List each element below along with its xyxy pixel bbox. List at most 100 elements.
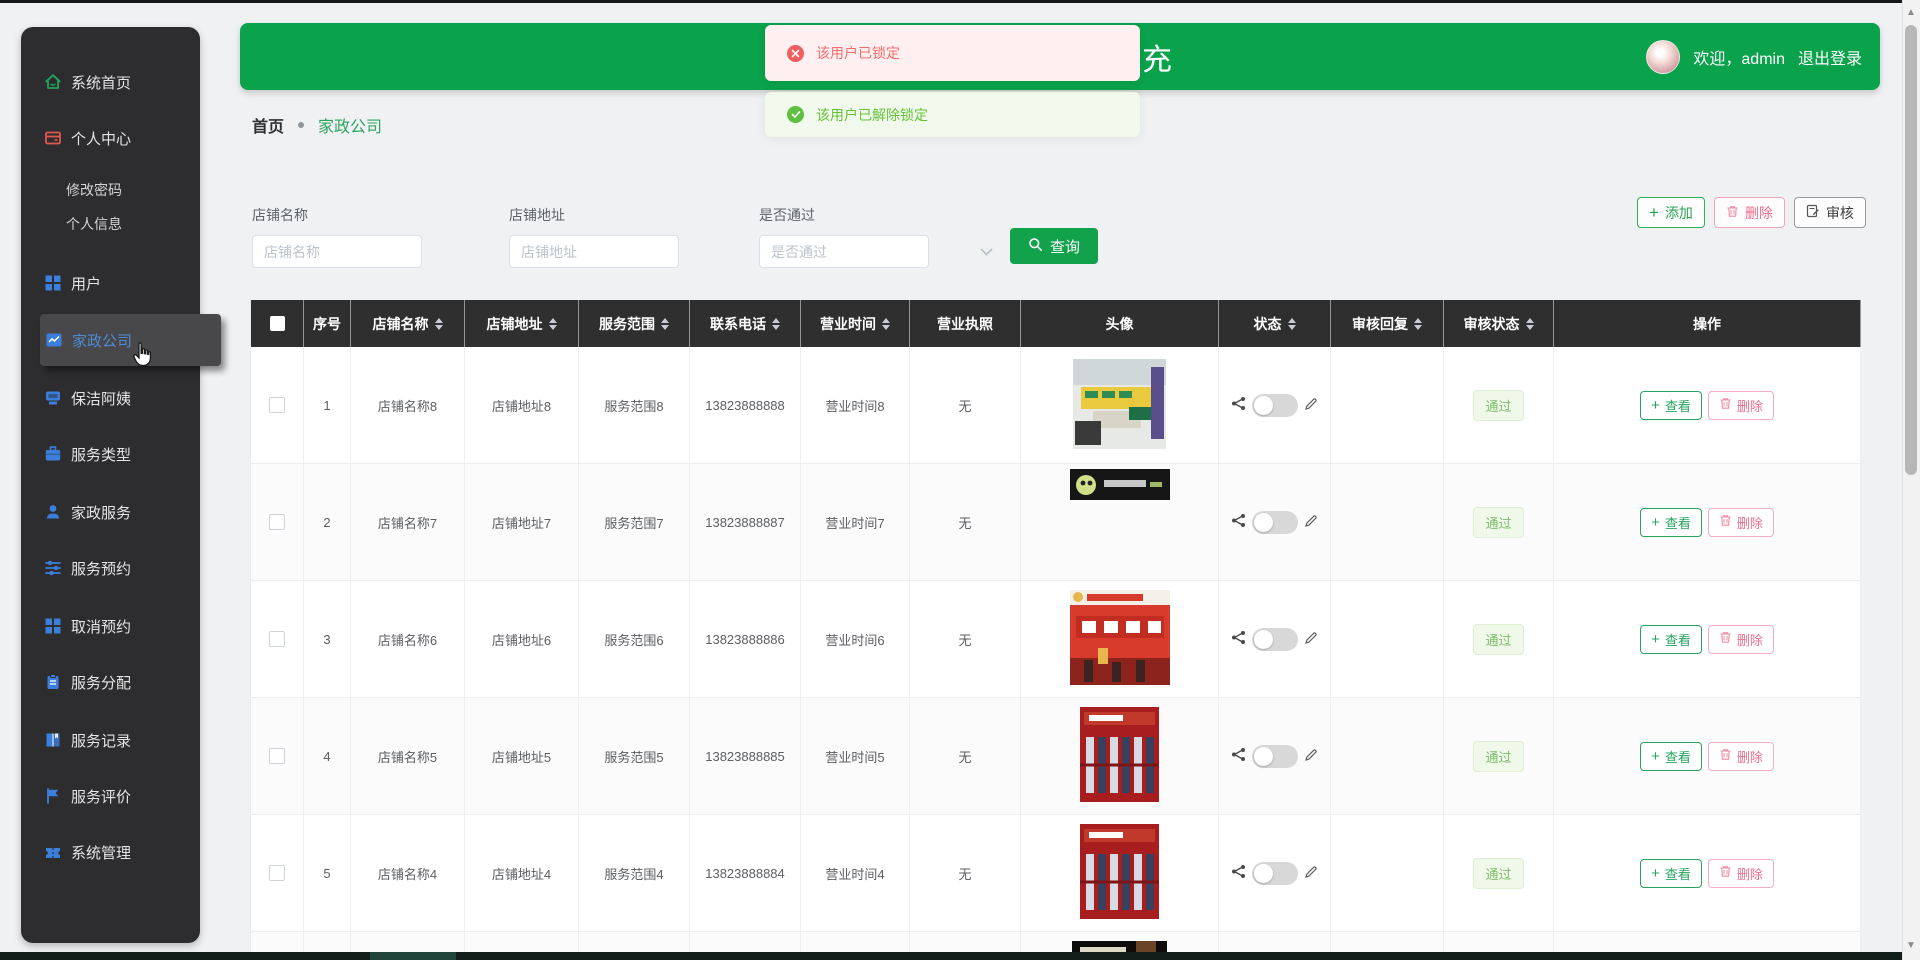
sidebar-item-service-booking[interactable]: 服务预约 bbox=[44, 554, 131, 582]
sidebar-item-home[interactable]: 系统首页 bbox=[44, 68, 131, 96]
sidebar-item-service-record[interactable]: 服务记录 bbox=[44, 726, 131, 754]
page-title-partial: 充 bbox=[1142, 43, 1172, 77]
row-checkbox[interactable] bbox=[269, 514, 285, 530]
sidebar-item-service-review[interactable]: 服务评价 bbox=[44, 782, 131, 810]
sort-asc-icon[interactable] bbox=[882, 317, 890, 323]
column-header-address[interactable]: 店铺地址 bbox=[465, 300, 579, 347]
sort-asc-icon[interactable] bbox=[1525, 317, 1534, 323]
row-view-button[interactable]: + 查看 bbox=[1640, 858, 1702, 888]
search-button[interactable]: 查询 bbox=[1010, 228, 1098, 264]
share-icon[interactable] bbox=[1231, 513, 1246, 531]
sort-asc-icon[interactable] bbox=[548, 317, 557, 323]
row-delete-button[interactable]: 删除 bbox=[1707, 858, 1774, 888]
sort-icons[interactable] bbox=[882, 317, 890, 330]
row-view-button[interactable]: + 查看 bbox=[1640, 741, 1702, 771]
share-icon[interactable] bbox=[1231, 396, 1246, 414]
status-toggle[interactable] bbox=[1252, 744, 1298, 768]
approved-select[interactable] bbox=[759, 235, 929, 268]
column-header-scope[interactable]: 服务范围 bbox=[579, 300, 690, 347]
column-header-hours[interactable]: 营业时间 bbox=[801, 300, 910, 347]
cell-name: 店铺名称4 bbox=[351, 815, 465, 931]
sort-asc-icon[interactable] bbox=[1414, 317, 1422, 323]
row-view-button[interactable]: + 查看 bbox=[1640, 390, 1702, 420]
row-checkbox[interactable] bbox=[269, 631, 285, 647]
breadcrumb-home[interactable]: 首页 bbox=[252, 113, 284, 137]
add-button[interactable]: + 添加 bbox=[1637, 197, 1705, 228]
sort-icons[interactable] bbox=[548, 317, 557, 330]
sort-desc-icon[interactable] bbox=[882, 324, 890, 330]
shop-address-input[interactable] bbox=[509, 235, 679, 268]
sidebar-item-personal-info[interactable]: 个人信息 bbox=[57, 210, 122, 238]
scroll-up-arrow[interactable]: ▲ bbox=[1905, 7, 1917, 19]
sidebar-item-system-management[interactable]: 系统管理 bbox=[44, 838, 131, 866]
share-icon[interactable] bbox=[1231, 747, 1246, 765]
pencil-icon[interactable] bbox=[1304, 397, 1318, 414]
sidebar-item-housekeeping-company[interactable]: 家政公司 bbox=[40, 314, 221, 366]
sort-desc-icon[interactable] bbox=[1414, 324, 1422, 330]
row-delete-button[interactable]: 删除 bbox=[1707, 741, 1774, 771]
status-toggle[interactable] bbox=[1252, 393, 1298, 417]
share-icon[interactable] bbox=[1231, 864, 1246, 882]
sort-icons[interactable] bbox=[661, 317, 669, 330]
sidebar-item-change-password[interactable]: 修改密码 bbox=[57, 176, 122, 204]
sort-asc-icon[interactable] bbox=[1287, 317, 1296, 323]
share-icon[interactable] bbox=[1231, 630, 1246, 648]
status-toggle[interactable] bbox=[1252, 510, 1298, 534]
sort-desc-icon[interactable] bbox=[1287, 324, 1296, 330]
user-menu: 欢迎，admin 退出登录 bbox=[1646, 39, 1862, 74]
status-toggle[interactable] bbox=[1252, 627, 1298, 651]
row-delete-button[interactable]: 删除 bbox=[1707, 507, 1774, 537]
sidebar-item-cancel-booking[interactable]: 取消预约 bbox=[44, 612, 131, 640]
select-all-checkbox[interactable] bbox=[269, 316, 285, 331]
sort-desc-icon[interactable] bbox=[548, 324, 557, 330]
sidebar-item-housekeeping-service[interactable]: 家政服务 bbox=[44, 498, 131, 526]
logout-button[interactable]: 退出登录 bbox=[1798, 45, 1862, 69]
sort-icons[interactable] bbox=[434, 317, 443, 330]
column-header-audit[interactable]: 审核状态 bbox=[1444, 300, 1554, 347]
sidebar-item-service-assignment[interactable]: 服务分配 bbox=[44, 668, 131, 696]
sort-icons[interactable] bbox=[1287, 317, 1296, 330]
sidebar-item-cleaning-staff[interactable]: 保洁阿姨 bbox=[44, 384, 131, 412]
column-header-name[interactable]: 店铺名称 bbox=[351, 300, 465, 347]
sidebar-item-service-type[interactable]: 服务类型 bbox=[44, 440, 131, 468]
sort-desc-icon[interactable] bbox=[772, 324, 780, 330]
row-checkbox[interactable] bbox=[269, 748, 285, 764]
sidebar-item-profile-center[interactable]: 个人中心 bbox=[44, 124, 131, 152]
sidebar-item-label: 系统首页 bbox=[71, 74, 132, 92]
audit-button[interactable]: 审核 bbox=[1793, 197, 1866, 228]
user-avatar[interactable] bbox=[1646, 39, 1681, 74]
row-delete-button[interactable]: 删除 bbox=[1707, 390, 1774, 420]
column-header-status[interactable]: 状态 bbox=[1219, 300, 1331, 347]
sort-desc-icon[interactable] bbox=[434, 324, 443, 330]
row-delete-button[interactable]: 删除 bbox=[1707, 624, 1774, 654]
row-checkbox[interactable] bbox=[269, 865, 285, 881]
pencil-icon[interactable] bbox=[1304, 865, 1318, 882]
sort-desc-icon[interactable] bbox=[1525, 324, 1534, 330]
pencil-icon[interactable] bbox=[1304, 748, 1318, 765]
row-view-button[interactable]: + 查看 bbox=[1640, 624, 1702, 654]
search-button-label: 查询 bbox=[1049, 238, 1080, 256]
sort-desc-icon[interactable] bbox=[661, 324, 669, 330]
column-header-phone[interactable]: 联系电话 bbox=[690, 300, 801, 347]
row-view-button[interactable]: + 查看 bbox=[1640, 507, 1702, 537]
sort-asc-icon[interactable] bbox=[661, 317, 669, 323]
scrollbar-thumb[interactable] bbox=[1905, 25, 1917, 475]
cell-avatar bbox=[1021, 581, 1219, 697]
sort-asc-icon[interactable] bbox=[772, 317, 780, 323]
table-row: 2 店铺名称7 店铺地址7 服务范围7 13823888887 营业时间7 无 通过 + 查看 删除 bbox=[251, 464, 1861, 581]
sidebar-item-users[interactable]: 用户 bbox=[44, 269, 101, 297]
pencil-icon[interactable] bbox=[1304, 514, 1318, 531]
column-label: 营业时间 bbox=[820, 315, 876, 332]
scroll-down-arrow[interactable]: ▼ bbox=[1905, 940, 1917, 952]
pencil-icon[interactable] bbox=[1304, 631, 1318, 648]
row-checkbox[interactable] bbox=[269, 397, 285, 413]
delete-button[interactable]: 删除 bbox=[1713, 197, 1785, 228]
chevron-down-icon[interactable] bbox=[980, 243, 993, 261]
sort-icons[interactable] bbox=[1525, 317, 1534, 330]
status-toggle[interactable] bbox=[1252, 861, 1298, 885]
sort-icons[interactable] bbox=[772, 317, 780, 330]
column-header-reply[interactable]: 审核回复 bbox=[1331, 300, 1444, 347]
shop-name-input[interactable] bbox=[252, 235, 422, 268]
sort-icons[interactable] bbox=[1414, 317, 1422, 330]
sort-asc-icon[interactable] bbox=[434, 317, 443, 323]
